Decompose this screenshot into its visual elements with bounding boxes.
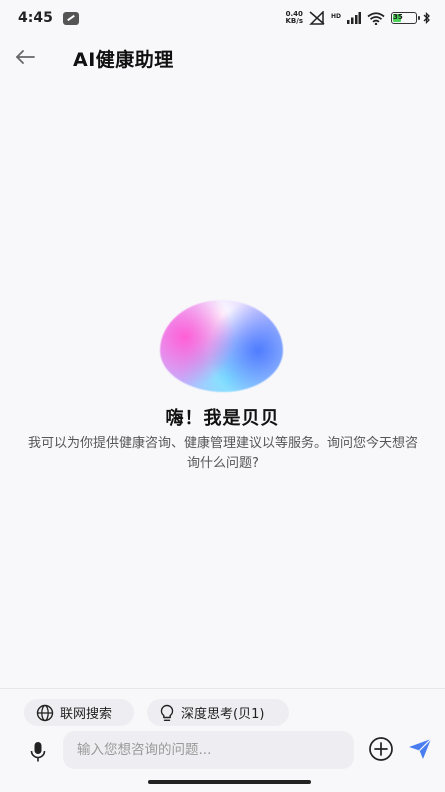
status-right: 0.40 KB/s HD 35	[286, 11, 432, 25]
assistant-intro: 我可以为你提供健康咨询、健康管理建议以等服务。询问您今天想咨询什么问题?	[27, 436, 418, 471]
hd-badge: HD	[330, 13, 341, 20]
add-attachment-button[interactable]	[368, 736, 394, 762]
network-speed: 0.40 KB/s	[286, 11, 303, 25]
network-speed-unit: KB/s	[285, 17, 303, 25]
bluetooth-icon	[423, 12, 430, 24]
assistant-avatar-orb	[160, 300, 283, 392]
battery-icon: 35	[391, 12, 420, 24]
deep-think-toggle[interactable]: 深度思考(贝1)	[147, 699, 289, 726]
deep-think-label: 深度思考(贝1)	[181, 707, 265, 722]
question-input[interactable]	[63, 731, 354, 769]
microphone-icon	[30, 742, 46, 762]
battery-level: 35	[393, 13, 403, 22]
wrench-icon	[62, 11, 79, 25]
lightbulb-icon	[160, 704, 174, 721]
status-time: 4:45	[18, 10, 53, 26]
plus-circle-icon	[369, 737, 393, 761]
back-button[interactable]	[14, 46, 36, 68]
send-icon	[409, 738, 432, 759]
status-bar: 4:45 0.40 KB/s HD 35	[0, 0, 445, 36]
web-search-toggle[interactable]: 联网搜索	[24, 699, 134, 726]
web-search-label: 联网搜索	[60, 707, 113, 722]
voice-input-button[interactable]	[28, 740, 48, 764]
status-left: 4:45	[18, 10, 79, 26]
no-sim-icon	[309, 11, 325, 25]
app-header: AI健康助理	[0, 36, 445, 78]
arrow-left-icon	[16, 50, 35, 64]
greeting-title: 嗨！我是贝贝	[165, 408, 280, 429]
page-title: AI健康助理	[73, 49, 174, 71]
globe-icon	[36, 704, 54, 721]
signal-icon	[347, 12, 361, 24]
composer-divider	[0, 688, 445, 689]
home-indicator	[148, 780, 311, 784]
wifi-icon	[367, 11, 385, 25]
send-button[interactable]	[407, 737, 433, 761]
